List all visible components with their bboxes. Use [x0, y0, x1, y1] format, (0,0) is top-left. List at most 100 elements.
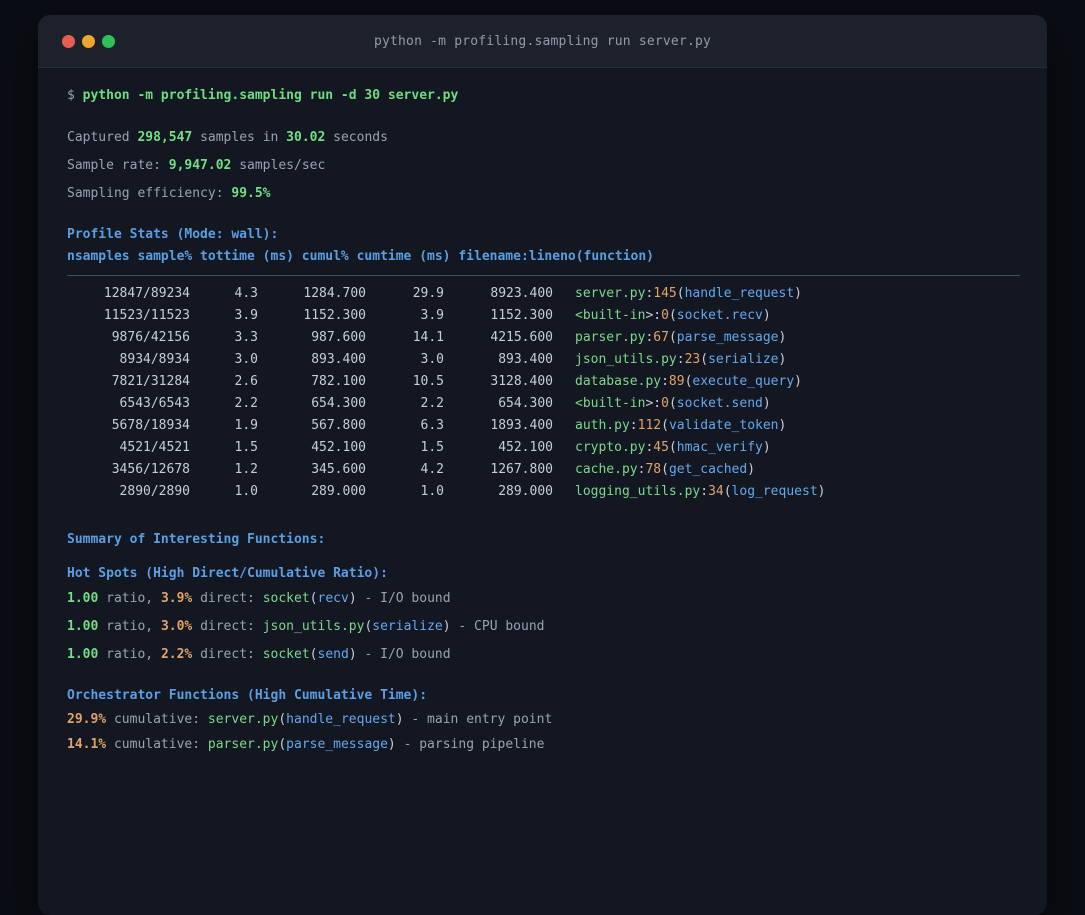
- code-token: ): [817, 484, 826, 499]
- nsamples-cell: 11523/11523: [103, 308, 190, 323]
- sample-pct-cell: 1.5: [234, 440, 258, 455]
- code-token: ): [794, 374, 802, 389]
- terminal-output: $ python -m profiling.sampling run -d 30…: [38, 68, 1047, 757]
- code-token: (: [668, 308, 677, 323]
- tottime-cell: 654.300: [311, 396, 366, 411]
- cumul-pct-cell: 14.1: [412, 330, 444, 345]
- cumtime-cell: 1267.800: [490, 462, 553, 477]
- code-token: socket: [262, 647, 310, 662]
- code-token: 0: [661, 308, 669, 323]
- code-token: (: [309, 647, 318, 662]
- code-token: 9,947.02: [168, 158, 232, 173]
- table-row: 6543/6543 2.2 654.300 2.2 654.300 <built-in>:…: [67, 393, 1020, 415]
- tottime-cell: 567.800: [311, 418, 366, 433]
- code-token: database.py: [575, 374, 662, 389]
- code-token: socket.send: [676, 396, 763, 411]
- code-token: execute_query: [692, 374, 795, 389]
- code-token: ratio,: [98, 619, 161, 634]
- code-token: (: [723, 484, 732, 499]
- code-token: 30.02: [286, 130, 326, 145]
- code-token: recv: [317, 591, 349, 606]
- code-token: 1.00: [67, 647, 99, 662]
- code-token: (: [668, 330, 677, 345]
- hotspots-heading: Hot Spots (High Direct/Cumulative Ratio)…: [67, 566, 388, 581]
- code-token: Sample rate:: [67, 158, 169, 173]
- tottime-cell: 893.400: [311, 352, 366, 367]
- titlebar: python -m profiling.sampling run server.…: [38, 15, 1047, 68]
- cumtime-cell: 1893.400: [490, 418, 553, 433]
- table-row: 3456/12678 1.2 345.600 4.2 1267.800 cache.py:…: [67, 459, 1020, 481]
- location-cell: <built-in>:0(socket.recv): [575, 305, 771, 327]
- cumul-pct-cell: 3.9: [420, 308, 444, 323]
- cumtime-cell: 289.000: [498, 484, 553, 499]
- code-token: serialize: [708, 352, 779, 367]
- code-token: cache.py: [575, 462, 638, 477]
- sample-pct-cell: 3.0: [234, 352, 258, 367]
- code-token: log_request: [731, 484, 818, 499]
- code-token: 89: [668, 374, 685, 389]
- code-token: (: [661, 462, 669, 477]
- code-token: handle_request: [684, 286, 795, 301]
- command-line: $ python -m profiling.sampling run -d 30…: [67, 86, 1020, 106]
- code-token: 34: [708, 484, 724, 499]
- cumul-pct-cell: 10.5: [412, 374, 444, 389]
- cumul-pct-cell: 6.3: [420, 418, 444, 433]
- code-token: (: [661, 418, 669, 433]
- capture-stat-line: Sample rate: 9,947.02 samples/sec: [67, 152, 1020, 180]
- location-cell: logging_utils.py:34(log_request): [575, 481, 825, 503]
- cumtime-cell: 4215.600: [490, 330, 553, 345]
- code-token: 3.0%: [160, 619, 193, 634]
- hotspot-line: 1.00 ratio, 2.2% direct: socket(send) - …: [67, 641, 1020, 669]
- cumtime-cell: 654.300: [498, 396, 553, 411]
- cumtime-cell: 3128.400: [490, 374, 553, 389]
- code-token: <built-in: [575, 396, 646, 411]
- code-token: ): [442, 619, 451, 634]
- sample-pct-cell: 2.6: [234, 374, 258, 389]
- cumul-pct-cell: 1.5: [420, 440, 444, 455]
- code-token: json_utils.py: [262, 619, 365, 634]
- sample-pct-cell: 1.9: [234, 418, 258, 433]
- code-token: 67: [653, 330, 669, 345]
- tottime-cell: 452.100: [311, 440, 366, 455]
- tottime-cell: 782.100: [311, 374, 366, 389]
- code-token: server.py: [575, 286, 646, 301]
- code-token: (: [668, 440, 677, 455]
- code-token: >:: [645, 396, 662, 411]
- code-token: hmac_verify: [676, 440, 763, 455]
- code-token: <built-in: [575, 308, 646, 323]
- hotspot-line: 1.00 ratio, 3.0% direct: json_utils.py(s…: [67, 613, 1020, 641]
- tottime-cell: 289.000: [311, 484, 366, 499]
- cumul-pct-cell: 4.2: [420, 462, 444, 477]
- code-token: :: [629, 418, 638, 433]
- code-token: ratio,: [98, 647, 161, 662]
- code-token: socket: [262, 591, 310, 606]
- code-token: ratio,: [98, 591, 161, 606]
- code-token: 78: [645, 462, 662, 477]
- table-row: 5678/18934 1.9 567.800 6.3 1893.400 auth.py:1…: [67, 415, 1020, 437]
- code-token: parser.py: [575, 330, 646, 345]
- table-divider: [67, 275, 1020, 276]
- code-token: ): [747, 462, 756, 477]
- profile-table: 12847/89234 4.3 1284.700 29.9 8923.400 server…: [67, 283, 1020, 503]
- hotspot-line: 1.00 ratio, 3.9% direct: socket(recv) - …: [67, 585, 1020, 613]
- code-token: ): [348, 647, 357, 662]
- code-token: ): [395, 712, 404, 727]
- code-token: ): [778, 352, 787, 367]
- code-token: auth.py: [575, 418, 630, 433]
- cumul-pct-cell: 1.0: [420, 484, 444, 499]
- code-token: 45: [653, 440, 669, 455]
- table-row: 12847/89234 4.3 1284.700 29.9 8923.400 server…: [67, 283, 1020, 305]
- nsamples-cell: 3456/12678: [111, 462, 190, 477]
- code-token: ): [762, 396, 771, 411]
- code-token: logging_utils.py: [575, 484, 701, 499]
- location-cell: database.py:89(execute_query): [575, 371, 802, 393]
- table-columns-header: nsamples sample% tottime (ms) cumul% cum…: [67, 249, 654, 264]
- tottime-cell: 345.600: [311, 462, 366, 477]
- table-row: 2890/2890 1.0 289.000 1.0 289.000 logging_uti…: [67, 481, 1020, 503]
- shell-prompt: $: [67, 88, 83, 103]
- code-token: 112: [637, 418, 662, 433]
- table-row: 7821/31284 2.6 782.100 10.5 3128.400 database…: [67, 371, 1020, 393]
- code-token: ): [794, 286, 802, 301]
- sample-pct-cell: 3.3: [234, 330, 258, 345]
- code-token: validate_token: [668, 418, 779, 433]
